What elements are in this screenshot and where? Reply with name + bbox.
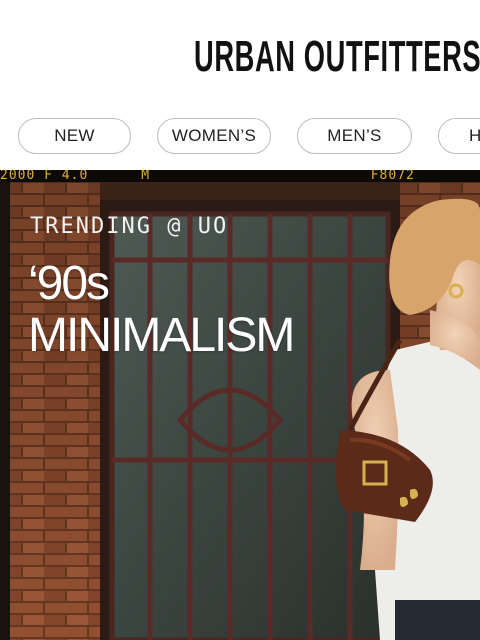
nav-pill-womens[interactable]: WOMEN’S bbox=[157, 118, 271, 154]
site-header: URBAN OUTFITTERS bbox=[0, 0, 480, 110]
hero-headline: ‘90s MINIMALISM bbox=[28, 257, 295, 362]
brand-logo[interactable]: URBAN OUTFITTERS bbox=[194, 32, 480, 82]
nav-pill-mens[interactable]: MEN’S bbox=[297, 118, 412, 154]
category-nav: NEW WOMEN’S MEN’S H bbox=[0, 110, 480, 170]
hero-banner[interactable]: 2000 F 4.0 M F8072 TRENDING @ UO ‘90s MI… bbox=[0, 170, 480, 640]
nav-pill-home[interactable]: H bbox=[438, 118, 480, 154]
hero-eyebrow: TRENDING @ UO bbox=[30, 214, 229, 239]
film-date-stamp: 2000 F 4.0 M F8072 bbox=[0, 170, 480, 182]
nav-pill-new[interactable]: NEW bbox=[18, 118, 131, 154]
hero-photo bbox=[0, 170, 480, 640]
